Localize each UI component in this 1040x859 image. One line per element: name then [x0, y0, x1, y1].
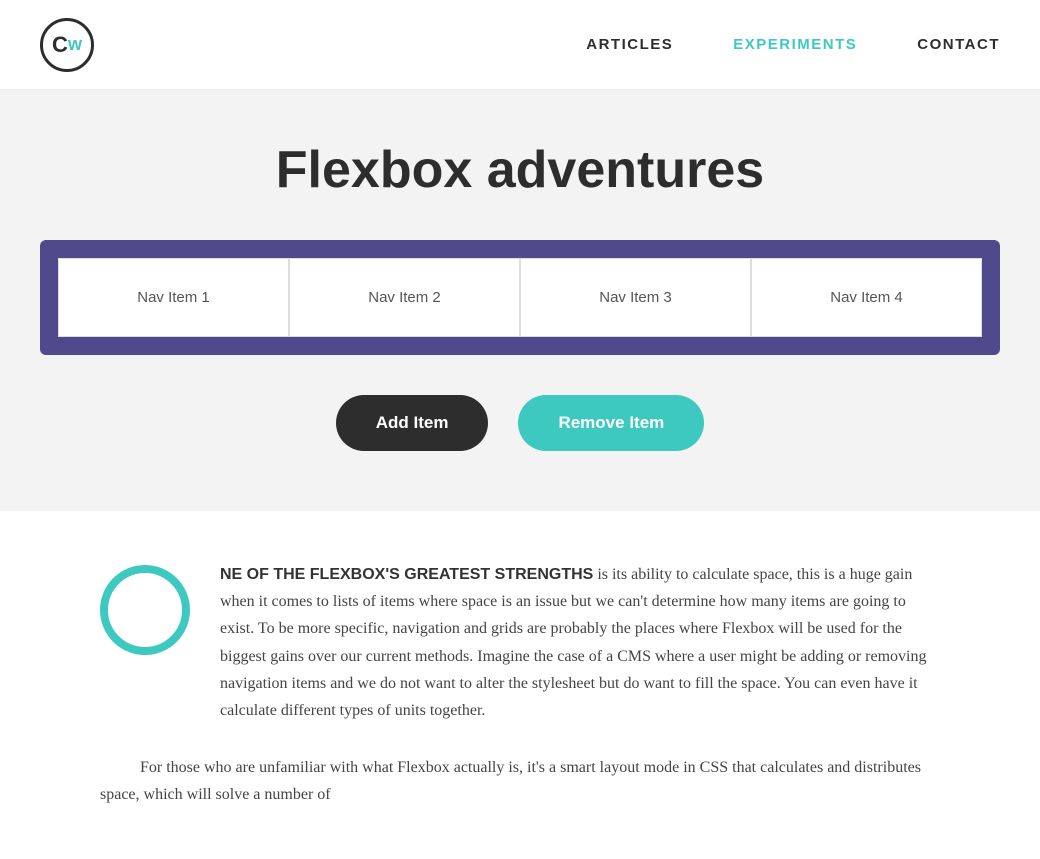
site-header: Cw ARTICLES EXPERIMENTS CONTACT [0, 0, 1040, 90]
drop-cap-circle [100, 565, 190, 655]
nav-contact[interactable]: CONTACT [917, 36, 1000, 53]
nav-item-4[interactable]: Nav Item 4 [751, 258, 982, 337]
demo-section: Flexbox adventures Nav Item 1 Nav Item 2… [0, 90, 1040, 511]
page-title: Flexbox adventures [0, 140, 1040, 200]
nav-item-1[interactable]: Nav Item 1 [58, 258, 289, 337]
article-intro-paragraph: NE OF THE FLEXBOX'S GREATEST STRENGTHS i… [220, 561, 940, 724]
add-item-button[interactable]: Add Item [336, 395, 489, 451]
nav-item-2[interactable]: Nav Item 2 [289, 258, 520, 337]
main-nav: ARTICLES EXPERIMENTS CONTACT [586, 36, 1000, 53]
nav-item-3[interactable]: Nav Item 3 [520, 258, 751, 337]
logo-icon: Cw [40, 18, 94, 72]
flex-demo-container: Nav Item 1 Nav Item 2 Nav Item 3 Nav Ite… [40, 240, 1000, 355]
article-paragraph-2: For those who are unfamiliar with what F… [100, 754, 940, 808]
flex-nav: Nav Item 1 Nav Item 2 Nav Item 3 Nav Ite… [58, 258, 982, 337]
article-section: NE OF THE FLEXBOX'S GREATEST STRENGTHS i… [0, 511, 1040, 859]
button-row: Add Item Remove Item [0, 395, 1040, 451]
logo-w: w [68, 34, 82, 55]
article-body: NE OF THE FLEXBOX'S GREATEST STRENGTHS i… [220, 561, 940, 724]
nav-experiments[interactable]: EXPERIMENTS [733, 36, 857, 53]
remove-item-button[interactable]: Remove Item [518, 395, 704, 451]
article-intro: NE OF THE FLEXBOX'S GREATEST STRENGTHS i… [100, 561, 940, 724]
article-intro-text: is its ability to calculate space, this … [220, 566, 926, 719]
logo[interactable]: Cw [40, 18, 94, 72]
nav-articles[interactable]: ARTICLES [586, 36, 673, 53]
article-smallcaps: NE OF THE FLEXBOX'S GREATEST STRENGTHS [220, 566, 593, 583]
